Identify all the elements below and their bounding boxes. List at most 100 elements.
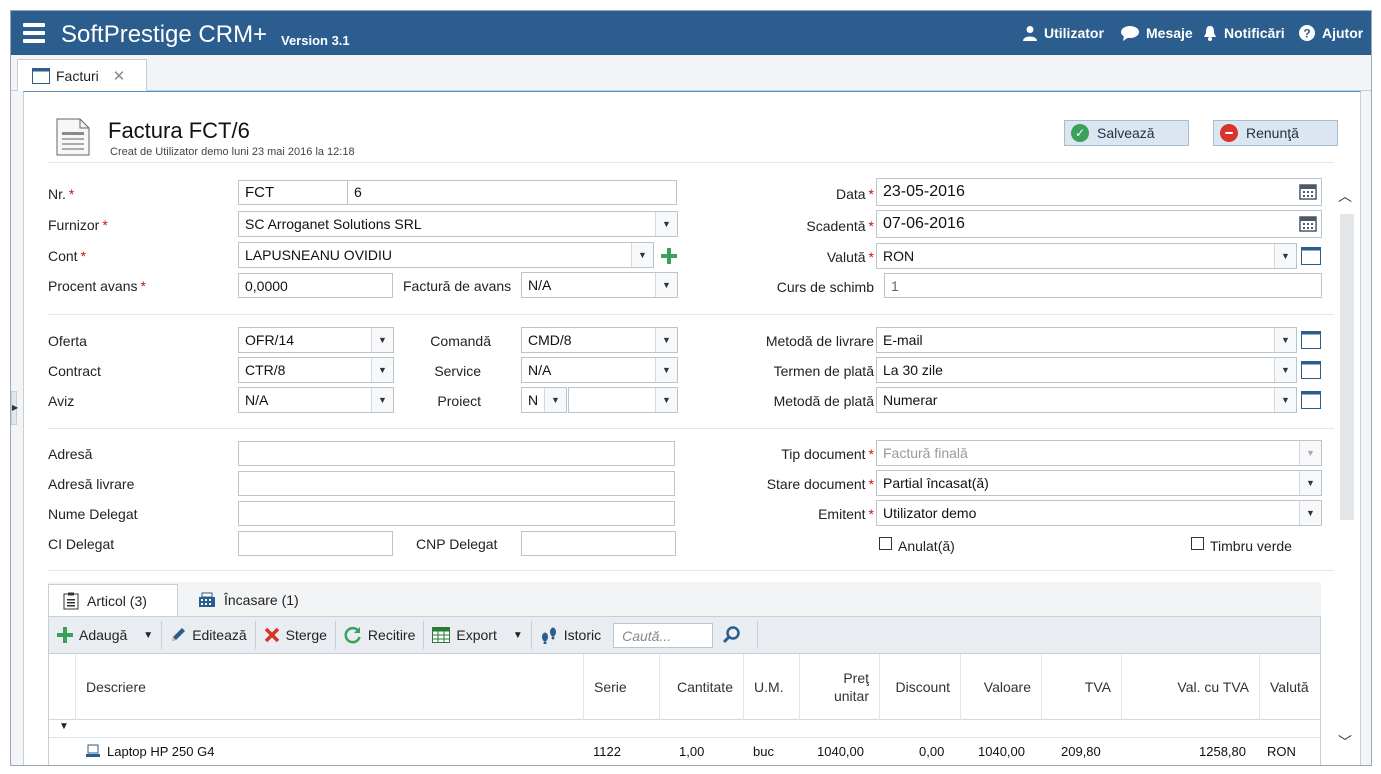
open-window-icon[interactable] [1301, 391, 1321, 409]
open-window-icon[interactable] [1301, 331, 1321, 349]
footprints-icon [541, 627, 556, 644]
metoda-plata-select[interactable]: Numerar ▼ [876, 387, 1297, 413]
scroll-down-icon[interactable]: ﹀ [1338, 732, 1352, 752]
grid-toolbar: Adaugă ▼ Editează Sterge Recitire Export… [48, 616, 1321, 654]
proiect-select[interactable]: N ▼ [521, 387, 567, 413]
nav-notifications[interactable]: Notificări [1203, 25, 1285, 41]
col-serie[interactable]: Serie [583, 654, 659, 720]
comanda-select[interactable]: CMD/8 ▼ [521, 327, 678, 353]
oferta-select[interactable]: OFR/14 ▼ [238, 327, 394, 353]
tab-incasare[interactable]: Încasare (1) [184, 584, 324, 616]
col-descriere[interactable]: Descriere [75, 654, 583, 720]
col-discount[interactable]: Discount [879, 654, 960, 720]
emitent-select[interactable]: Utilizator demo ▼ [876, 500, 1322, 526]
stare-doc-select[interactable]: Partial încasat(ă) ▼ [876, 470, 1322, 496]
scroll-up-icon[interactable]: ︿ [1338, 186, 1352, 206]
group-row[interactable]: ▼ [49, 720, 1320, 738]
nav-messages[interactable]: Mesaje [1121, 25, 1193, 41]
export-button[interactable]: Export [424, 621, 504, 649]
save-button[interactable]: ✓ Salvează [1064, 120, 1189, 146]
tab-facturi[interactable]: Facturi ✕ [17, 59, 147, 91]
nav-user[interactable]: Utilizator [1023, 25, 1104, 41]
scroll-thumb[interactable] [1340, 214, 1354, 520]
contract-select[interactable]: CTR/8 ▼ [238, 357, 394, 383]
expand-triangle-icon[interactable]: ▼ [59, 721, 69, 732]
cell-val-tva: 1258,80 [1199, 744, 1246, 759]
invoice-panel: Factura FCT/6 Creat de Utilizator demo l… [23, 91, 1361, 765]
cancel-button[interactable]: ━ Renunţă [1213, 120, 1338, 146]
history-label: Istoric [563, 627, 602, 643]
adresa-livrare-input[interactable] [238, 471, 675, 496]
scadenta-input[interactable]: 07-06-2016 [876, 210, 1322, 238]
nr-prefix-input[interactable]: FCT [238, 180, 348, 205]
tab-incasare-label: Încasare (1) [224, 592, 299, 608]
col-tva[interactable]: TVA [1041, 654, 1121, 720]
metoda-plata-label: Metodă de plată [773, 393, 874, 409]
nr-value-input[interactable]: 6 [347, 180, 677, 205]
service-select[interactable]: N/A ▼ [521, 357, 678, 383]
add-dropdown[interactable]: ▼ [135, 621, 163, 649]
delete-button[interactable]: Sterge [256, 621, 336, 649]
timbru-verde-checkbox[interactable]: Timbru verde [1191, 536, 1292, 554]
proiect-label: Proiect [437, 393, 481, 409]
add-button[interactable]: Adaugă [49, 621, 135, 649]
col-pret[interactable]: Preţ unitar [799, 654, 879, 720]
aviz-label: Aviz [48, 393, 75, 409]
ci-delegat-input[interactable] [238, 531, 393, 556]
tip-doc-label: Tip document * [724, 446, 874, 462]
search-input[interactable]: Caută... [613, 622, 714, 648]
chevron-down-icon: ▼ [1299, 501, 1321, 525]
edit-button[interactable]: Editează [162, 621, 256, 649]
furnizor-select[interactable]: SC Arroganet Solutions SRL ▼ [238, 211, 678, 237]
cont-select[interactable]: LAPUSNEANU OVIDIU ▼ [238, 242, 654, 268]
timbru-label: Timbru verde [1210, 538, 1292, 554]
tab-strip: Facturi ✕ [11, 55, 1371, 91]
table-row[interactable]: Laptop HP 250 G4 1122 1,00 buc 1040,00 0… [49, 738, 1320, 765]
hamburger-menu-icon[interactable] [23, 23, 45, 43]
required-marker: * [140, 278, 146, 294]
add-icon[interactable] [660, 247, 678, 265]
cash-register-icon [199, 592, 215, 607]
service-label: Service [434, 363, 481, 379]
metoda-livrare-select[interactable]: E-mail ▼ [876, 327, 1297, 353]
nav-user-label: Utilizator [1044, 25, 1104, 41]
factura-avans-select[interactable]: N/A ▼ [521, 272, 678, 298]
data-input[interactable]: 23-05-2016 [876, 178, 1322, 206]
proiect-sub-select[interactable]: ▼ [568, 387, 678, 413]
vertical-scrollbar[interactable]: ︿ ﹀ [1334, 172, 1360, 765]
tab-articol[interactable]: Articol (3) [48, 584, 178, 617]
calendar-icon[interactable] [1295, 211, 1321, 235]
cnp-delegat-input[interactable] [521, 531, 676, 556]
aviz-select[interactable]: N/A ▼ [238, 387, 394, 413]
export-dropdown[interactable]: ▼ [505, 621, 532, 649]
side-panel-toggle[interactable]: ▶ [11, 391, 18, 425]
col-cantitate[interactable]: Cantitate [659, 654, 743, 720]
header-divider [48, 162, 1334, 163]
reload-button[interactable]: Recitire [336, 621, 425, 649]
tip-doc-select[interactable]: Factură finală ▼ [876, 440, 1322, 466]
spreadsheet-icon [432, 627, 451, 643]
curs-input[interactable]: 1 [884, 273, 1322, 298]
adresa-input[interactable] [238, 441, 675, 466]
open-window-icon[interactable] [1301, 361, 1321, 379]
col-valoare[interactable]: Valoare [960, 654, 1041, 720]
anulat-checkbox[interactable]: Anulat(ă) [879, 536, 955, 554]
cont-label-text: Cont [48, 248, 78, 264]
history-button[interactable]: Istoric [532, 621, 609, 649]
furnizor-label: Furnizor * [48, 217, 108, 233]
close-tab-icon[interactable]: ✕ [113, 67, 126, 85]
termen-plata-select[interactable]: La 30 zile ▼ [876, 357, 1297, 383]
nume-delegat-input[interactable] [238, 501, 675, 526]
cell-tva: 209,80 [1061, 744, 1101, 759]
nav-help[interactable]: ? Ajutor [1299, 25, 1363, 41]
valuta-select[interactable]: RON ▼ [876, 243, 1297, 269]
col-valuta[interactable]: Valută [1259, 654, 1322, 720]
open-window-icon[interactable] [1301, 247, 1321, 265]
search-button[interactable] [713, 621, 759, 649]
col-val-tva[interactable]: Val. cu TVA [1121, 654, 1259, 720]
procent-input[interactable]: 0,0000 [238, 273, 393, 298]
oferta-label: Oferta [48, 333, 87, 349]
calendar-icon[interactable] [1295, 179, 1321, 203]
table-header: Descriere Serie Cantitate U.M. Preţ unit… [49, 654, 1320, 720]
col-um[interactable]: U.M. [743, 654, 799, 720]
